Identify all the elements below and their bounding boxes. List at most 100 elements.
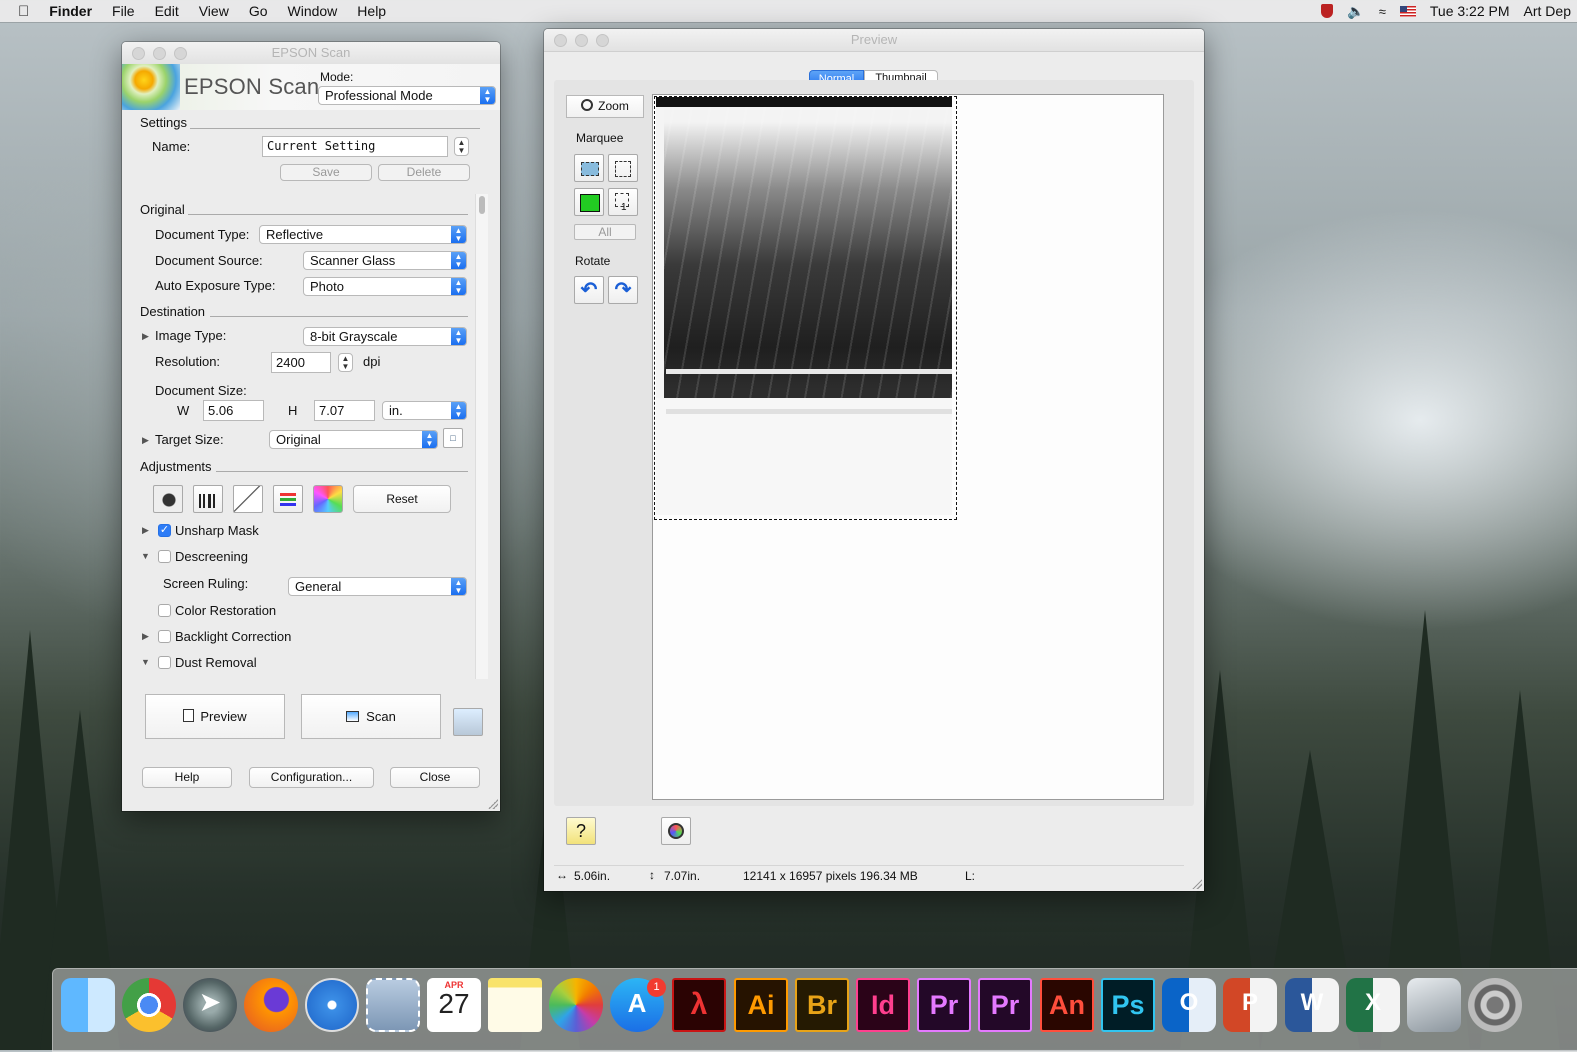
close-button[interactable]: Close bbox=[390, 767, 480, 788]
auto-exposure-tool-icon[interactable] bbox=[153, 485, 183, 513]
image-type-select[interactable]: 8-bit Grayscale ▲ ▼ bbox=[303, 327, 467, 346]
size-unit-select[interactable]: in. ▲ ▼ bbox=[382, 401, 467, 420]
resize-grip-icon[interactable] bbox=[488, 799, 498, 809]
width-field[interactable]: 5.06 bbox=[203, 400, 264, 421]
close-light[interactable] bbox=[132, 47, 145, 60]
scan-button[interactable]: Scan bbox=[301, 694, 441, 739]
marquee-selection[interactable] bbox=[654, 96, 957, 520]
document-orientation-icon[interactable]: □ bbox=[443, 428, 463, 448]
rotate-right-icon[interactable]: ↷ bbox=[608, 276, 638, 304]
minimize-light[interactable] bbox=[153, 47, 166, 60]
backlight-disclosure-icon[interactable]: ▶ bbox=[142, 631, 149, 642]
save-button[interactable]: Save bbox=[280, 164, 372, 181]
notes-icon[interactable] bbox=[488, 978, 542, 1032]
histogram-icon[interactable] bbox=[193, 485, 223, 513]
preview-titlebar[interactable]: Preview bbox=[544, 29, 1204, 52]
menu-go[interactable]: Go bbox=[249, 3, 268, 19]
bridge-icon[interactable]: Br bbox=[795, 978, 849, 1032]
system-preferences-icon[interactable] bbox=[1468, 978, 1522, 1032]
finder-icon[interactable] bbox=[61, 978, 115, 1032]
mail-stamp-icon[interactable] bbox=[366, 978, 420, 1032]
resize-grip-icon[interactable] bbox=[1192, 879, 1202, 889]
photoshop-icon[interactable]: Ps bbox=[1101, 978, 1155, 1032]
apple-menu-icon[interactable]:  bbox=[18, 3, 29, 20]
help-question-icon[interactable]: ? bbox=[566, 817, 596, 845]
menu-user[interactable]: Art Dep bbox=[1524, 3, 1571, 19]
document-source-select[interactable]: Scanner Glass ▲ ▼ bbox=[303, 251, 467, 270]
zoom-button[interactable]: Zoom bbox=[566, 95, 644, 118]
document-type-select[interactable]: Reflective ▲ ▼ bbox=[259, 225, 467, 244]
color-palette-icon[interactable] bbox=[313, 485, 343, 513]
color-balance-icon[interactable] bbox=[273, 485, 303, 513]
animate-icon[interactable]: An bbox=[1040, 978, 1094, 1032]
screen-ruling-select[interactable]: General ▲ ▼ bbox=[288, 577, 467, 596]
unsharp-mask-checkbox[interactable]: ✓ bbox=[158, 524, 171, 537]
unsharp-disclosure-icon[interactable]: ▶ bbox=[142, 525, 149, 536]
name-stepper[interactable]: ▲ ▼ bbox=[454, 137, 469, 156]
chrome-icon[interactable] bbox=[122, 978, 176, 1032]
image-inspector-icon[interactable] bbox=[661, 817, 691, 845]
indesign-icon[interactable]: Id bbox=[856, 978, 910, 1032]
height-field[interactable]: 7.07 bbox=[314, 400, 375, 421]
launchpad-icon[interactable]: ➤ bbox=[183, 978, 237, 1032]
minimize-light[interactable] bbox=[575, 34, 588, 47]
target-size-select[interactable]: Original ▲ ▼ bbox=[269, 430, 438, 449]
photos-icon[interactable] bbox=[549, 978, 603, 1032]
zoom-light[interactable] bbox=[596, 34, 609, 47]
settings-scrollbar[interactable] bbox=[475, 194, 488, 679]
rotate-left-icon[interactable]: ↶ bbox=[574, 276, 604, 304]
marquee-count-icon[interactable]: 1 bbox=[608, 188, 638, 216]
wifi-icon[interactable]: ≈ bbox=[1379, 4, 1386, 19]
color-restoration-checkbox[interactable] bbox=[158, 604, 171, 617]
zoom-light[interactable] bbox=[174, 47, 187, 60]
help-button[interactable]: Help bbox=[142, 767, 232, 788]
mode-select[interactable]: Professional Mode ▲ ▼ bbox=[318, 86, 496, 105]
descreening-checkbox[interactable] bbox=[158, 550, 171, 563]
word-icon[interactable]: W bbox=[1285, 978, 1339, 1032]
tone-curve-icon[interactable] bbox=[233, 485, 263, 513]
menu-help[interactable]: Help bbox=[357, 3, 386, 19]
target-size-disclosure-icon[interactable]: ▶ bbox=[142, 435, 149, 446]
delete-button[interactable]: Delete bbox=[378, 164, 470, 181]
image-type-disclosure-icon[interactable]: ▶ bbox=[142, 331, 149, 342]
volume-icon[interactable]: 🔈 bbox=[1347, 3, 1364, 20]
menu-file[interactable]: File bbox=[112, 3, 135, 19]
menu-clock[interactable]: Tue 3:22 PM bbox=[1430, 3, 1510, 19]
shield-icon[interactable] bbox=[1321, 4, 1334, 18]
resolution-field[interactable]: 2400 bbox=[271, 352, 331, 373]
illustrator-icon[interactable]: Ai bbox=[734, 978, 788, 1032]
all-button[interactable]: All bbox=[574, 224, 636, 240]
menu-view[interactable]: View bbox=[199, 3, 229, 19]
calendar-icon[interactable]: APR 27 bbox=[427, 978, 481, 1032]
epson-titlebar[interactable]: EPSON Scan bbox=[122, 42, 500, 65]
outlook-icon[interactable]: O bbox=[1162, 978, 1216, 1032]
flag-icon[interactable] bbox=[1399, 5, 1416, 17]
scrollbar-thumb[interactable] bbox=[479, 196, 485, 214]
descreening-disclosure-icon[interactable]: ▼ bbox=[141, 551, 150, 561]
firefox-icon[interactable] bbox=[244, 978, 298, 1032]
safari-icon[interactable] bbox=[305, 978, 359, 1032]
menu-window[interactable]: Window bbox=[288, 3, 338, 19]
acrobat-icon[interactable]: λ bbox=[672, 978, 726, 1032]
menu-edit[interactable]: Edit bbox=[155, 3, 179, 19]
name-field[interactable]: Current Setting bbox=[262, 136, 448, 157]
dust-removal-checkbox[interactable] bbox=[158, 656, 171, 669]
image-capture-icon[interactable] bbox=[1407, 978, 1461, 1032]
resolution-stepper[interactable]: ▲ ▼ bbox=[338, 353, 353, 372]
prelude-icon[interactable]: Pr bbox=[978, 978, 1032, 1032]
delete-marquee-icon[interactable] bbox=[608, 154, 638, 182]
excel-icon[interactable]: X bbox=[1346, 978, 1400, 1032]
menu-app-finder[interactable]: Finder bbox=[49, 3, 92, 19]
configuration-button[interactable]: Configuration... bbox=[249, 767, 374, 788]
close-light[interactable] bbox=[554, 34, 567, 47]
file-save-settings-icon[interactable] bbox=[453, 708, 483, 736]
auto-exposure-select[interactable]: Photo ▲ ▼ bbox=[303, 277, 467, 296]
auto-locate-icon[interactable] bbox=[574, 188, 604, 216]
preview-button[interactable]: Preview bbox=[145, 694, 285, 739]
reset-button[interactable]: Reset bbox=[353, 485, 451, 513]
backlight-correction-checkbox[interactable] bbox=[158, 630, 171, 643]
create-marquee-icon[interactable] bbox=[574, 154, 604, 182]
premiere-icon[interactable]: Pr bbox=[917, 978, 971, 1032]
powerpoint-icon[interactable]: P bbox=[1223, 978, 1277, 1032]
dust-disclosure-icon[interactable]: ▼ bbox=[141, 657, 150, 667]
